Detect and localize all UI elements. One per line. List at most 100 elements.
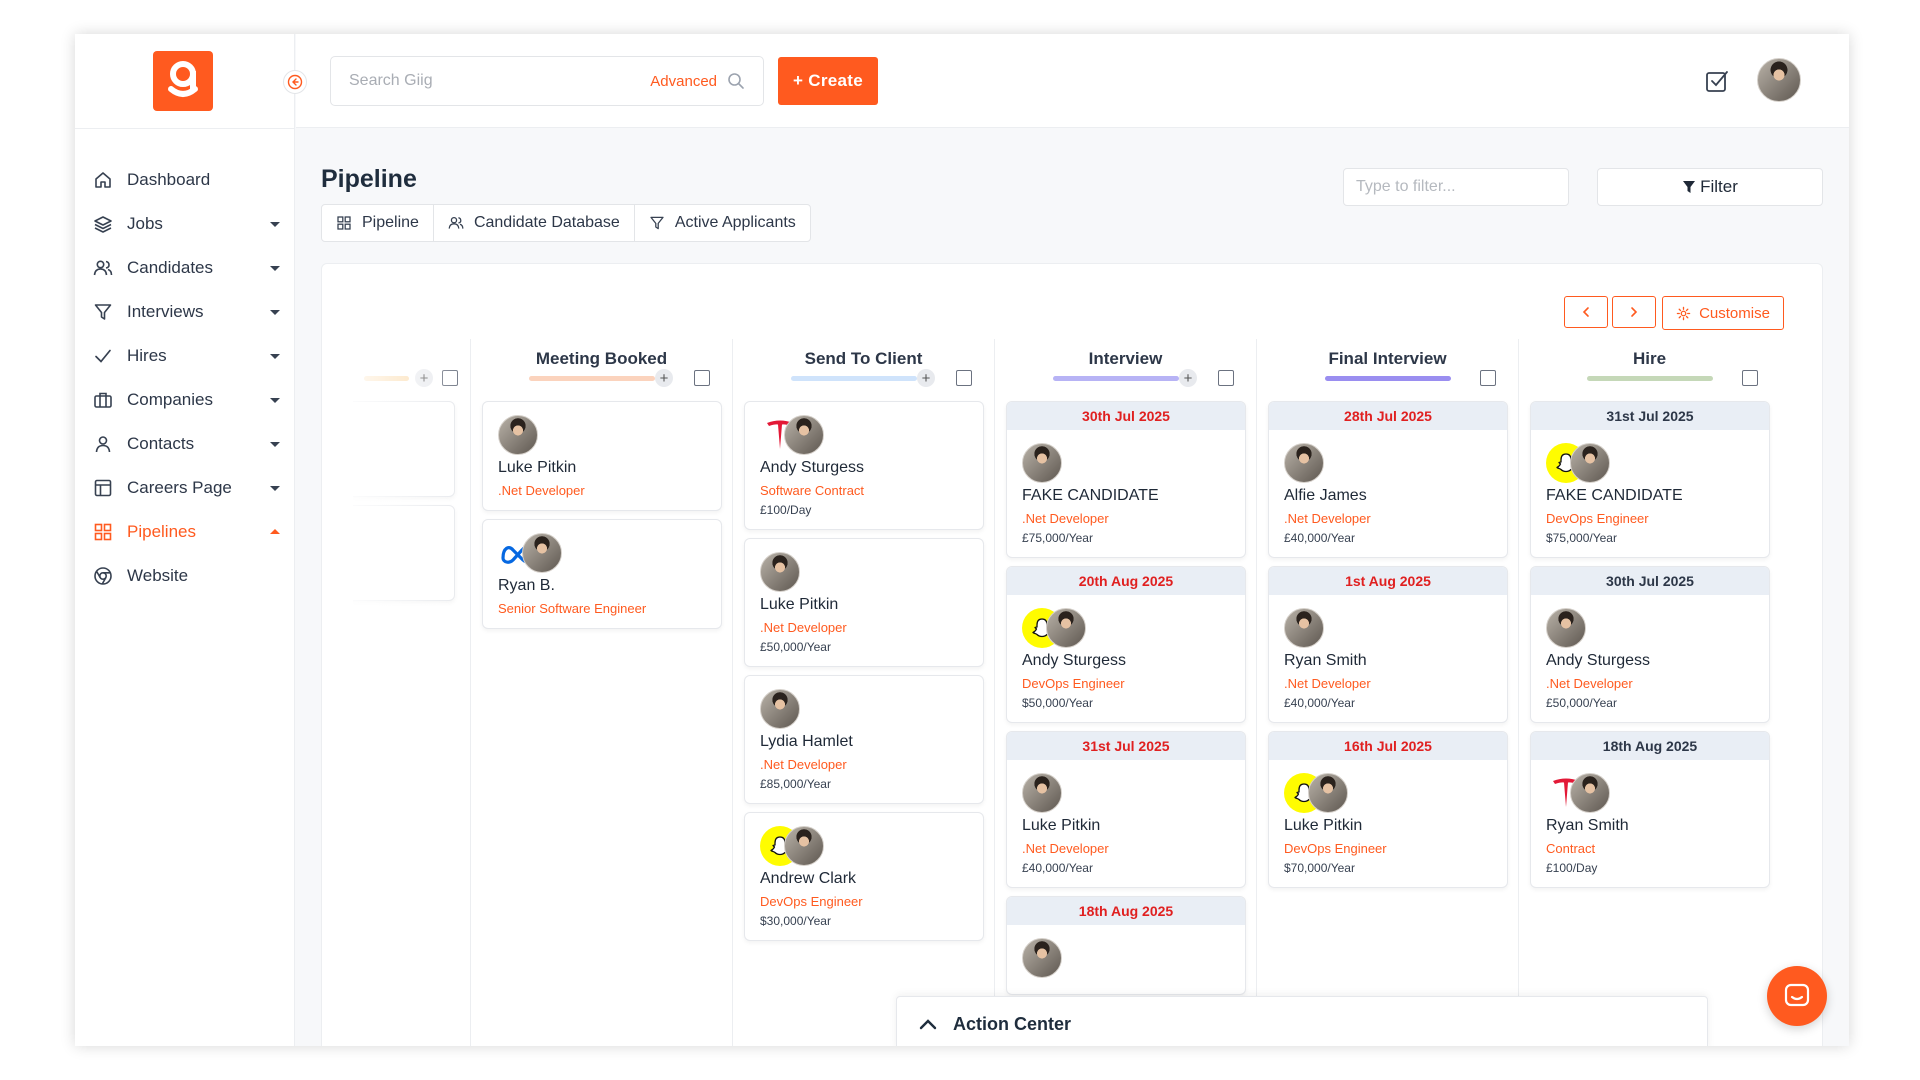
job-role: .Net Developer [760,620,847,635]
tasks-icon[interactable] [1702,66,1732,96]
tab-active-applicants[interactable]: Active Applicants [635,205,810,241]
caret-down-icon[interactable] [269,438,281,450]
candidate-card[interactable]: 31st Jul 2025 FAKE CANDIDATE DevOps Engine… [1530,401,1770,558]
candidate-card[interactable]: Andy Sturgess Software Contract £100/Day [744,401,984,530]
caret-down-icon[interactable] [269,350,281,362]
candidate-card[interactable]: Luke Pitkin .Net Developer [482,401,722,511]
add-card-button[interactable]: + [415,369,433,387]
sidebar-item-jobs[interactable]: Jobs [91,202,281,246]
candidate-card[interactable]: 28th Jul 2025 Alfie James .Net Developer £4… [1268,401,1508,558]
scroll-left-button[interactable] [1564,296,1608,328]
sidebar-item-careers-page[interactable]: Careers Page [91,466,281,510]
salary: $50,000/Year [1022,696,1093,710]
candidate-card[interactable] [353,401,455,497]
candidate-card[interactable]: 30th Jul 2025 Andy Sturgess .Net Developer… [1530,566,1770,723]
job-role: .Net Developer [760,757,847,772]
filter-icon [1683,181,1696,193]
customise-button[interactable]: Customise [1662,296,1784,330]
search-box[interactable]: Advanced [330,56,764,106]
search-input[interactable] [349,72,651,90]
select-column-checkbox[interactable] [442,370,458,386]
caret-down-icon[interactable] [269,482,281,494]
candidate-card[interactable]: Luke Pitkin .Net Developer £50,000/Year [744,538,984,667]
add-card-button[interactable]: + [1179,369,1197,387]
candidate-card[interactable]: 1st Aug 2025 Ryan Smith .Net Developer £40,… [1268,566,1508,723]
select-column-checkbox[interactable] [694,370,710,386]
chevron-right-icon [1631,307,1638,317]
caret-down-icon[interactable] [269,394,281,406]
candidate-avatar [1046,608,1086,648]
job-role: .Net Developer [1022,511,1109,526]
create-button[interactable]: + Create [778,57,878,105]
sidebar-item-hires[interactable]: Hires [91,334,281,378]
caret-down-icon[interactable] [269,306,281,318]
advanced-search-link[interactable]: Advanced [650,73,717,90]
job-role: .Net Developer [1546,676,1633,691]
candidate-name: Luke Pitkin [1284,817,1363,834]
layout-icon [91,476,115,500]
caret-down-icon[interactable] [269,218,281,230]
candidate-card[interactable]: Andrew Clark DevOps Engineer $30,000/Year [744,812,984,941]
user-avatar[interactable] [1757,58,1801,102]
giig-logo-icon[interactable] [153,51,213,111]
sidebar-item-dashboard[interactable]: Dashboard [91,158,281,202]
collapse-sidebar-button[interactable] [283,70,307,94]
scroll-right-button[interactable] [1612,296,1656,328]
caret-down-icon[interactable] [269,262,281,274]
grid-icon [336,215,352,231]
add-card-button[interactable]: + [655,369,673,387]
pipeline-column-hire: Hire 31st Jul 2025 FAKE CANDIDATE DevOps En… [1518,339,1780,1046]
job-role: Software Contract [760,483,865,498]
filter-button[interactable]: Filter [1597,168,1823,206]
sidebar-item-candidates[interactable]: Candidates [91,246,281,290]
chat-support-button[interactable] [1767,966,1827,1026]
salary: £40,000/Year [1284,696,1355,710]
column-color-bar [1053,376,1179,381]
candidate-card[interactable]: 18th Aug 2025 Ryan Smith Contract £100/Day [1530,731,1770,888]
action-center-bar[interactable]: Action Center [896,996,1708,1046]
type-to-filter-input[interactable] [1343,168,1569,206]
sidebar-item-pipelines[interactable]: Pipelines [91,510,281,554]
candidate-card[interactable]: 16th Jul 2025 Luke Pitkin DevOps Engineer $… [1268,731,1508,888]
candidate-avatar [1284,443,1324,483]
sidebar-item-website[interactable]: Website [91,554,281,598]
tab-candidate-database[interactable]: Candidate Database [434,205,635,241]
sidebar-item-companies[interactable]: Companies [91,378,281,422]
caret-up-icon[interactable] [269,526,281,538]
candidate-card[interactable]: 18th Aug 2025 [1006,896,1246,995]
check-icon [91,344,115,368]
sidebar-item-label: Companies [127,390,213,409]
candidate-avatar [1022,773,1062,813]
candidate-name: Andrew Clark [760,870,857,887]
action-center-label: Action Center [953,1013,1072,1034]
users-icon [448,215,464,231]
search-icon[interactable] [727,72,745,90]
candidate-card[interactable]: 30th Jul 2025 FAKE CANDIDATE .Net Develope… [1006,401,1246,558]
candidate-card[interactable]: 31st Jul 2025 Luke Pitkin .Net Developer £4… [1006,731,1246,888]
candidate-card[interactable]: Lydia Hamlet .Net Developer £85,000/Year [744,675,984,804]
sidebar-item-label: Contacts [127,434,195,453]
candidate-card[interactable]: Ryan B. Senior Software Engineer [482,519,722,629]
salary: £40,000/Year [1022,861,1093,875]
candidate-avatar [784,826,824,866]
interview-date: 20th Aug 2025 [1007,567,1245,595]
interview-date: 1st Aug 2025 [1269,567,1507,595]
select-column-checkbox[interactable] [956,370,972,386]
salary: £85,000/Year [760,777,831,791]
sidebar-item-label: Jobs [127,214,163,233]
pipeline-column-ted: ted+ [353,339,465,1046]
select-column-checkbox[interactable] [1742,370,1758,386]
select-column-checkbox[interactable] [1218,370,1234,386]
sidebar-item-interviews[interactable]: Interviews [91,290,281,334]
candidate-avatar [1022,443,1062,483]
interview-date: 31st Jul 2025 [1007,732,1245,760]
candidate-avatar [1308,773,1348,813]
sidebar-item-contacts[interactable]: Contacts [91,422,281,466]
tab-pipeline[interactable]: Pipeline [322,205,434,241]
select-column-checkbox[interactable] [1480,370,1496,386]
sidebar-item-label: Careers Page [127,478,232,497]
candidate-card[interactable]: 20th Aug 2025 Andy Sturgess DevOps Enginee… [1006,566,1246,723]
add-card-button[interactable]: + [917,369,935,387]
sidebar-divider [75,128,295,129]
candidate-card[interactable] [353,505,455,601]
